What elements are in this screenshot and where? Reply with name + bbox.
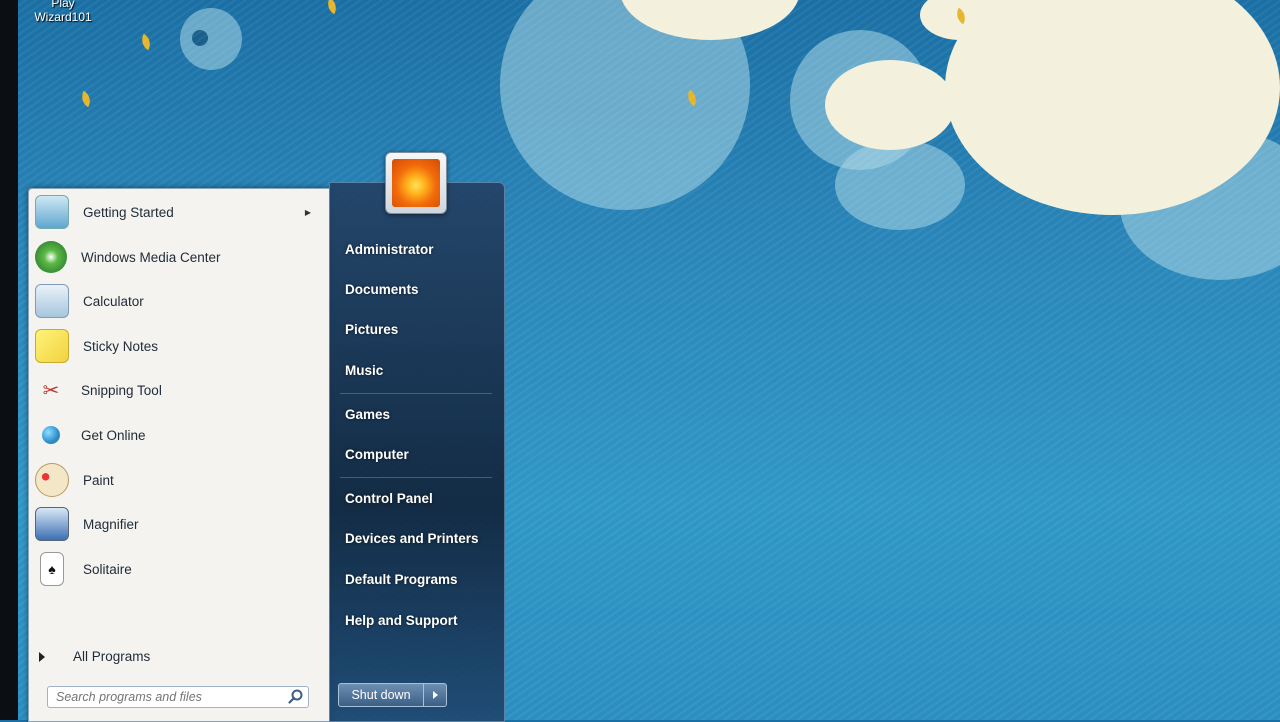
expand-arrow-icon <box>39 651 45 662</box>
paint-palette-icon <box>35 463 69 497</box>
program-item-snipping-tool[interactable]: ✂ Snipping Tool <box>33 370 325 410</box>
program-label: Getting Started <box>83 204 174 220</box>
all-programs-button[interactable]: All Programs <box>39 649 150 664</box>
user-avatar[interactable] <box>385 152 447 214</box>
menu-separator <box>340 393 492 394</box>
wallpaper-leaf <box>323 0 341 15</box>
program-item-get-online[interactable]: Get Online <box>33 415 325 455</box>
program-item-solitaire[interactable]: ♠ Solitaire <box>33 549 325 589</box>
shortcut-label-line2: Wizard101 <box>34 10 92 24</box>
search-input[interactable] <box>47 686 309 708</box>
program-label: Get Online <box>81 427 146 443</box>
chevron-right-icon <box>432 691 438 699</box>
wallpaper-ring <box>192 30 208 46</box>
start-menu-programs-pane: Getting Started ▶ Windows Media Center C… <box>28 188 330 722</box>
place-music[interactable]: Music <box>345 363 383 378</box>
place-games[interactable]: Games <box>345 407 390 422</box>
playing-card-icon: ♠ <box>40 552 64 586</box>
place-devices-and-printers[interactable]: Devices and Printers <box>345 531 479 546</box>
monitor-bezel <box>0 0 18 720</box>
place-pictures[interactable]: Pictures <box>345 322 398 337</box>
media-center-icon <box>35 241 67 273</box>
wallpaper-cloud <box>825 60 955 150</box>
scissors-icon: ✂ <box>42 379 60 402</box>
program-label: Solitaire <box>83 561 132 577</box>
getting-started-icon <box>35 195 69 229</box>
program-item-calculator[interactable]: Calculator <box>33 281 325 321</box>
place-computer[interactable]: Computer <box>345 447 409 462</box>
place-administrator[interactable]: Administrator <box>345 242 434 257</box>
program-item-paint[interactable]: Paint <box>33 460 325 500</box>
program-label: Windows Media Center <box>81 249 221 265</box>
wallpaper-leaf <box>77 90 95 108</box>
all-programs-label: All Programs <box>73 649 151 664</box>
shutdown-options-button[interactable] <box>423 683 447 707</box>
wallpaper-leaf <box>137 33 155 51</box>
place-default-programs[interactable]: Default Programs <box>345 572 458 587</box>
place-help-and-support[interactable]: Help and Support <box>345 613 458 628</box>
wallpaper-bubble <box>180 8 242 70</box>
search-icon[interactable] <box>287 689 305 705</box>
shortcut-label-line1: Play <box>51 0 75 10</box>
program-label: Paint <box>83 472 114 488</box>
desktop-shortcut-wizard101[interactable]: Play Wizard101 <box>28 0 98 24</box>
sticky-notes-icon <box>35 329 69 363</box>
program-label: Snipping Tool <box>81 382 162 398</box>
magnifier-icon <box>35 507 69 541</box>
program-item-windows-media-center[interactable]: Windows Media Center <box>33 237 325 277</box>
globe-icon <box>35 419 67 451</box>
program-label: Sticky Notes <box>83 338 159 354</box>
menu-separator <box>340 477 492 478</box>
flower-picture-icon <box>392 159 440 207</box>
shutdown-button[interactable]: Shut down <box>338 683 424 707</box>
program-item-sticky-notes[interactable]: Sticky Notes <box>33 326 325 366</box>
program-item-magnifier[interactable]: Magnifier <box>33 504 325 544</box>
program-item-getting-started[interactable]: Getting Started ▶ <box>33 192 325 232</box>
program-label: Calculator <box>83 293 144 309</box>
program-label: Magnifier <box>83 516 139 532</box>
place-documents[interactable]: Documents <box>345 282 419 297</box>
wallpaper-bubble <box>835 140 965 230</box>
calculator-icon <box>35 284 69 318</box>
place-control-panel[interactable]: Control Panel <box>345 491 433 506</box>
submenu-arrow-icon[interactable]: ▶ <box>305 208 311 217</box>
